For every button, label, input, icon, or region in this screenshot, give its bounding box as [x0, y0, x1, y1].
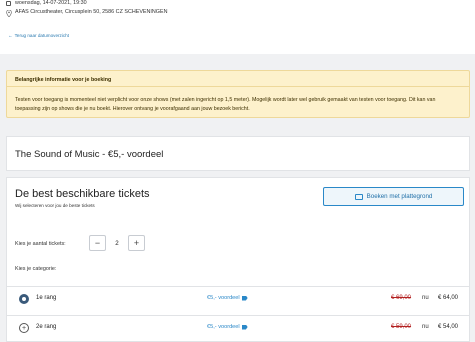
- category-row-2e-rang[interactable]: + 2e rang €5,- voordeel € 59,00 nu € 54,…: [7, 315, 469, 340]
- increase-quantity-button[interactable]: +: [128, 235, 145, 251]
- event-date: woensdag, 14-07-2021, 19:30: [15, 0, 87, 6]
- category-name: 2e rang: [36, 324, 57, 330]
- info-heading: Belangrijke informatie voor je boeking: [15, 77, 112, 83]
- category-row-1e-rang[interactable]: 1e rang €5,- voordeel € 69,00 nu € 64,00: [7, 286, 469, 311]
- add-circle-icon[interactable]: +: [19, 323, 29, 333]
- event-venue: AFAS Circustheater, Circusplein 50, 2586…: [15, 9, 168, 15]
- tickets-card: De best beschikbare tickets Wij selecter…: [6, 177, 470, 342]
- info-text: Testen voor toegang is momenteel niet ve…: [15, 97, 436, 112]
- event-date-row: woensdag, 14-07-2021, 19:30: [6, 0, 87, 6]
- category-label: Kies je categorie:: [15, 266, 57, 272]
- tickets-subheading: Wij selecteren voor jou de beste tickets: [15, 203, 95, 208]
- event-header: woensdag, 14-07-2021, 19:30 AFAS Circust…: [0, 0, 475, 54]
- calendar-icon: [6, 0, 11, 6]
- show-title: The Sound of Music - €5,- voordeel: [15, 149, 164, 160]
- seatmap-icon: [354, 193, 363, 200]
- discount-label: €5,- voordeel: [207, 324, 248, 330]
- category-name: 1e rang: [36, 295, 57, 301]
- event-venue-row: AFAS Circustheater, Circusplein 50, 2586…: [6, 9, 168, 17]
- booking-info-box: Belangrijke informatie voor je boeking T…: [6, 70, 470, 118]
- quantity-stepper: − 2 +: [89, 235, 145, 251]
- location-pin-icon: [6, 9, 12, 17]
- book-with-seatmap-button[interactable]: Boeken met plattegrond: [323, 187, 464, 206]
- tickets-heading: De best beschikbare tickets: [15, 188, 150, 200]
- now-label: nu: [422, 324, 429, 330]
- quantity-label: Kies je aantal tickets:: [15, 241, 66, 247]
- new-price: € 64,00: [438, 295, 459, 301]
- tag-icon: [241, 295, 248, 301]
- arrow-left-icon: ←: [8, 33, 13, 38]
- quantity-value: 2: [115, 239, 119, 247]
- now-label: nu: [422, 295, 429, 301]
- decrease-quantity-button[interactable]: −: [89, 235, 106, 251]
- tag-icon: [241, 324, 248, 330]
- back-to-dates-link[interactable]: ← Terug naar datumoverzicht: [8, 33, 69, 38]
- info-divider: [7, 86, 469, 87]
- old-price: € 59,00: [391, 324, 412, 330]
- discount-label: €5,- voordeel: [207, 295, 248, 301]
- radio-selected-icon[interactable]: [19, 294, 29, 304]
- new-price: € 54,00: [438, 324, 459, 330]
- show-title-card: The Sound of Music - €5,- voordeel: [6, 136, 470, 171]
- old-price: € 69,00: [391, 295, 412, 301]
